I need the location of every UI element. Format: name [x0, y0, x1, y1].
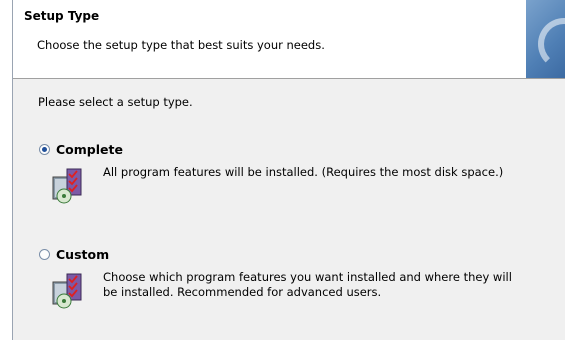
complete-description: All program features will be installed. … [103, 165, 504, 179]
custom-radio-button[interactable] [39, 249, 50, 260]
setup-type-prompt: Please select a setup type. [38, 95, 193, 109]
banner-logo-icon [526, 0, 565, 78]
complete-label[interactable]: Complete [56, 142, 123, 157]
header-banner: Setup Type Choose the setup type that be… [13, 0, 565, 79]
setup-dialog: Setup Type Choose the setup type that be… [12, 0, 565, 340]
option-complete: Complete All program features will be in… [39, 142, 523, 205]
package-icon [52, 273, 82, 309]
complete-radio-button[interactable] [39, 144, 50, 155]
complete-radio-row[interactable]: Complete [39, 142, 523, 157]
page-subtitle: Choose the setup type that best suits yo… [37, 38, 325, 52]
custom-label[interactable]: Custom [56, 247, 109, 262]
custom-radio-row[interactable]: Custom [39, 247, 523, 262]
option-custom: Custom Choose which program features you… [39, 247, 523, 310]
custom-description: Choose which program features you want i… [103, 270, 512, 299]
package-icon [52, 168, 82, 204]
page-title: Setup Type [24, 9, 100, 23]
